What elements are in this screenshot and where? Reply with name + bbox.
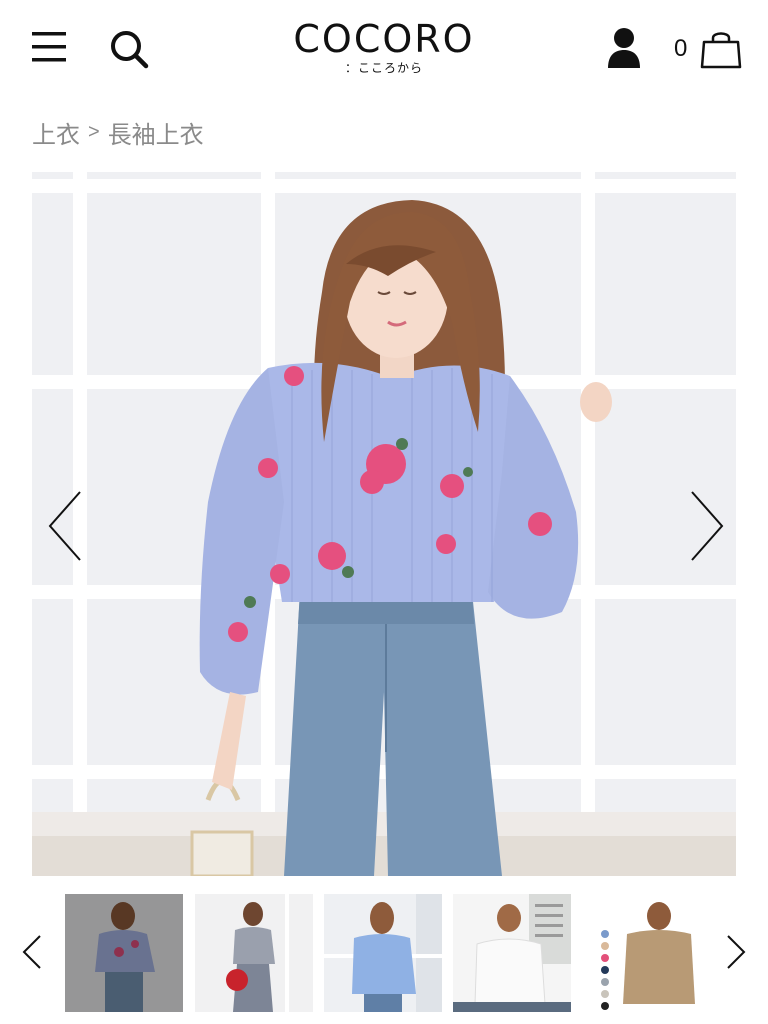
cart-count: 0 bbox=[674, 35, 688, 62]
chevron-right-icon[interactable] bbox=[676, 486, 736, 566]
thumbnail-selected-overlay bbox=[65, 894, 183, 1012]
breadcrumb: 上衣 > 長袖上衣 bbox=[32, 115, 204, 150]
product-main-image[interactable] bbox=[32, 172, 736, 876]
thumbnail-4[interactable] bbox=[453, 894, 571, 1012]
user-icon[interactable] bbox=[604, 26, 644, 70]
shopping-bag-icon[interactable] bbox=[700, 28, 742, 70]
hamburger-menu-icon[interactable] bbox=[30, 30, 70, 66]
breadcrumb-link-long-sleeve[interactable]: 長袖上衣 bbox=[108, 115, 204, 150]
thumbnail-1[interactable] bbox=[65, 894, 183, 1012]
logo-tagline: ：こころから bbox=[344, 61, 423, 75]
thumbnail-strip bbox=[0, 892, 768, 1014]
thumbnail-prev-icon[interactable] bbox=[14, 922, 50, 982]
search-icon[interactable] bbox=[108, 28, 152, 72]
breadcrumb-link-tops[interactable]: 上衣 bbox=[32, 115, 80, 150]
thumbnail-5[interactable] bbox=[583, 894, 701, 1012]
logo-wordmark: COCORO bbox=[293, 17, 475, 61]
thumbnail-next-icon[interactable] bbox=[718, 922, 754, 982]
brand-logo[interactable]: COCORO ：こころから bbox=[284, 18, 484, 76]
site-header: COCORO ：こころから 0 bbox=[0, 0, 768, 100]
thumbnail-3[interactable] bbox=[324, 894, 442, 1012]
breadcrumb-separator: > bbox=[88, 120, 100, 143]
thumbnail-2[interactable] bbox=[195, 894, 313, 1012]
chevron-left-icon[interactable] bbox=[36, 486, 96, 566]
